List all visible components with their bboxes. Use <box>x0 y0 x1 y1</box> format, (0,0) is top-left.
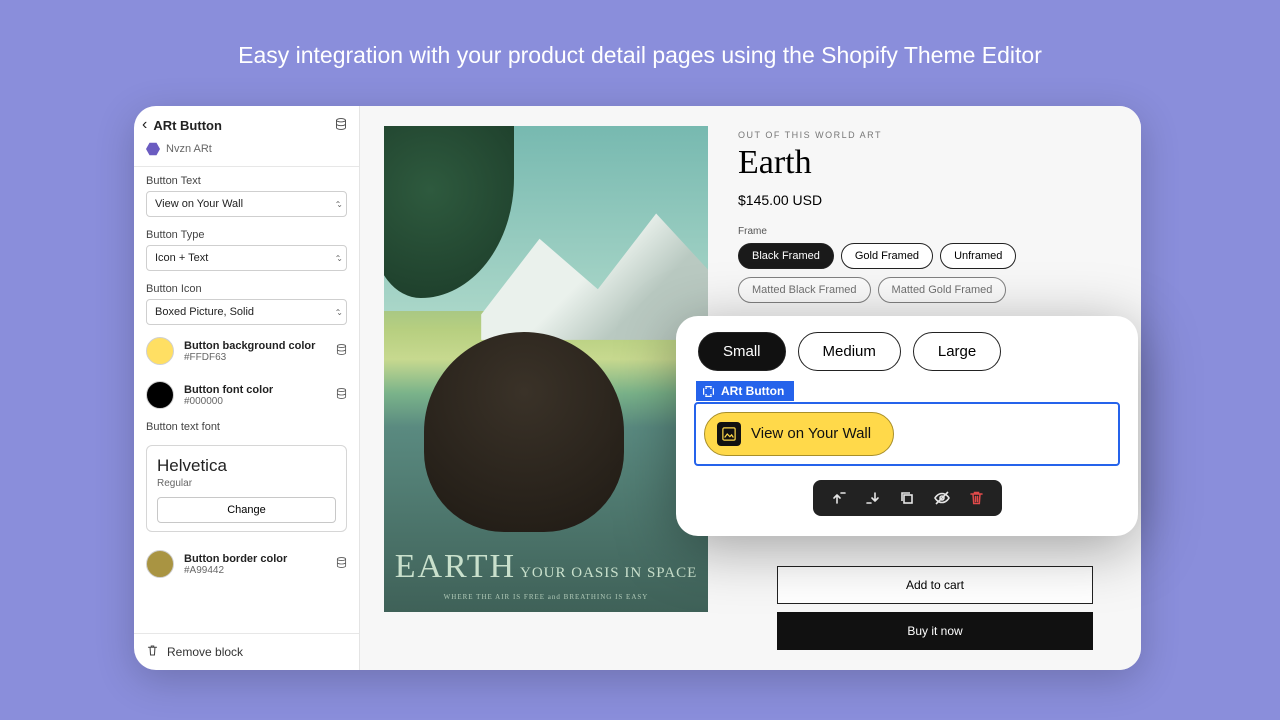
add-to-cart-button[interactable]: Add to cart <box>777 566 1093 604</box>
buy-now-button[interactable]: Buy it now <box>777 612 1093 650</box>
block-tag[interactable]: ARt Button <box>696 381 794 401</box>
select-button-text[interactable]: View on Your Wall <box>146 191 347 217</box>
product-image: EARTH YOUR OASIS IN SPACE WHERE THE AIR … <box>384 126 708 612</box>
app-name: Nvzn ARt <box>166 143 212 155</box>
remove-block-button[interactable]: Remove block <box>167 645 243 659</box>
duplicate-icon[interactable] <box>899 490 915 506</box>
change-font-button[interactable]: Change <box>157 497 336 523</box>
select-button-icon[interactable]: Boxed Picture, Solid <box>146 299 347 325</box>
field-label-font: Button text font <box>146 421 347 433</box>
block-toolbar <box>813 480 1002 516</box>
back-chevron-icon[interactable]: ‹ <box>142 116 147 134</box>
field-label-button-type: Button Type <box>146 229 347 241</box>
swatch-bg-color[interactable] <box>146 337 174 365</box>
select-button-type[interactable]: Icon + Text <box>146 245 347 271</box>
size-option[interactable]: Small <box>698 332 786 371</box>
delete-icon[interactable] <box>969 490 984 506</box>
picture-icon <box>717 422 741 446</box>
data-source-icon[interactable] <box>336 344 347 358</box>
move-up-icon[interactable] <box>831 490 847 506</box>
frame-option[interactable]: Gold Framed <box>841 243 933 269</box>
swatch-border-color[interactable] <box>146 550 174 578</box>
editor-sidebar: ‹ ARt Button Nvzn ARt Button Text View o… <box>134 106 360 670</box>
hex-border-color: #A99442 <box>184 565 326 576</box>
frame-option[interactable]: Black Framed <box>738 243 834 269</box>
hide-icon[interactable] <box>933 490 951 506</box>
trash-icon[interactable] <box>146 644 159 660</box>
data-source-icon[interactable] <box>335 118 347 133</box>
field-label-button-text: Button Text <box>146 175 347 187</box>
data-source-icon[interactable] <box>336 388 347 402</box>
frame-option[interactable]: Matted Gold Framed <box>878 277 1007 303</box>
label-font-color: Button font color <box>184 384 326 396</box>
label-border-color: Button border color <box>184 553 326 565</box>
label-bg-color: Button background color <box>184 340 326 352</box>
product-vendor: OUT OF THIS WORLD ART <box>738 130 1117 140</box>
app-logo-icon <box>146 142 160 156</box>
move-down-icon[interactable] <box>865 490 881 506</box>
product-title: Earth <box>738 144 1117 182</box>
frame-option[interactable]: Unframed <box>940 243 1016 269</box>
font-picker: Helvetica Regular Change <box>146 445 347 532</box>
marketing-headline: Easy integration with your product detai… <box>0 0 1280 69</box>
font-weight: Regular <box>157 478 336 489</box>
block-slot[interactable]: View on Your Wall <box>694 402 1120 466</box>
font-name: Helvetica <box>157 456 336 476</box>
art-button-preview[interactable]: View on Your Wall <box>704 412 894 456</box>
size-option[interactable]: Medium <box>798 332 901 371</box>
sidebar-title: ARt Button <box>153 118 329 133</box>
data-source-icon[interactable] <box>336 557 347 571</box>
product-price: $145.00 USD <box>738 192 1117 208</box>
hex-bg-color: #FFDF63 <box>184 352 326 363</box>
hex-font-color: #000000 <box>184 396 326 407</box>
block-editor-overlay: Small Medium Large ARt Button View on Yo… <box>676 316 1138 536</box>
swatch-font-color[interactable] <box>146 381 174 409</box>
field-label-button-icon: Button Icon <box>146 283 347 295</box>
frame-option[interactable]: Matted Black Framed <box>738 277 871 303</box>
option-label-frame: Frame <box>738 226 1117 237</box>
size-option[interactable]: Large <box>913 332 1001 371</box>
